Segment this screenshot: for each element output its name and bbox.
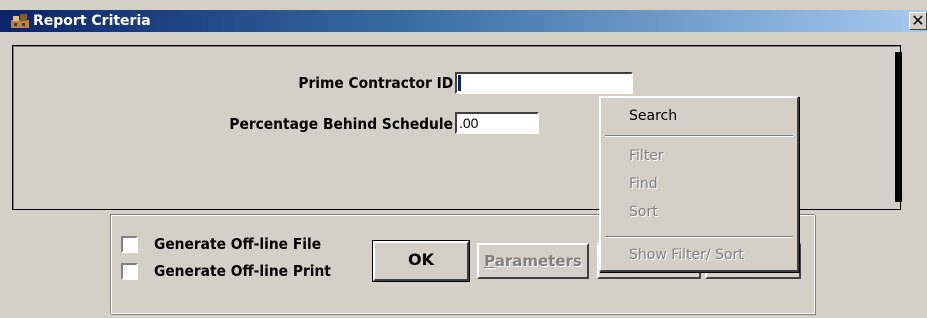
- menu-item-sort: Sort: [629, 204, 658, 220]
- menu-separator: [605, 135, 793, 137]
- context-menu: Search Filter Find Sort Show Filter/ Sor…: [599, 96, 799, 272]
- offline-file-label: Generate Off-line File: [154, 235, 322, 253]
- parameters-mnemonic: P: [484, 252, 495, 270]
- parameters-label: arameters: [494, 252, 582, 270]
- prime-contractor-input[interactable]: [455, 72, 633, 94]
- menu-item-filter: Filter: [629, 148, 664, 164]
- title-bar[interactable]: Report Criteria ✕: [0, 10, 927, 32]
- menu-item-show-filter-sort: Show Filter/ Sort: [629, 247, 744, 263]
- close-icon[interactable]: ✕: [909, 12, 927, 30]
- percentage-behind-input[interactable]: .00: [455, 112, 539, 134]
- menu-separator: [605, 236, 793, 238]
- prime-contractor-label: Prime Contractor ID :: [297, 74, 463, 92]
- offline-print-checkbox[interactable]: [121, 262, 138, 280]
- ok-button[interactable]: OK: [372, 240, 470, 282]
- panel-edge: [895, 52, 902, 202]
- menu-item-find: Find: [629, 176, 658, 192]
- offline-print-option[interactable]: Generate Off-line Print: [121, 262, 347, 280]
- offline-file-option[interactable]: Generate Off-line File: [121, 235, 336, 253]
- menu-item-search[interactable]: Search: [629, 108, 677, 124]
- report-app-icon: [11, 14, 29, 28]
- offline-file-checkbox[interactable]: [121, 235, 138, 253]
- offline-print-label: Generate Off-line Print: [154, 262, 332, 280]
- window-title: Report Criteria: [33, 13, 151, 29]
- percentage-behind-label: Percentage Behind Schedule :: [229, 115, 463, 133]
- parameters-button[interactable]: Parameters: [477, 243, 589, 279]
